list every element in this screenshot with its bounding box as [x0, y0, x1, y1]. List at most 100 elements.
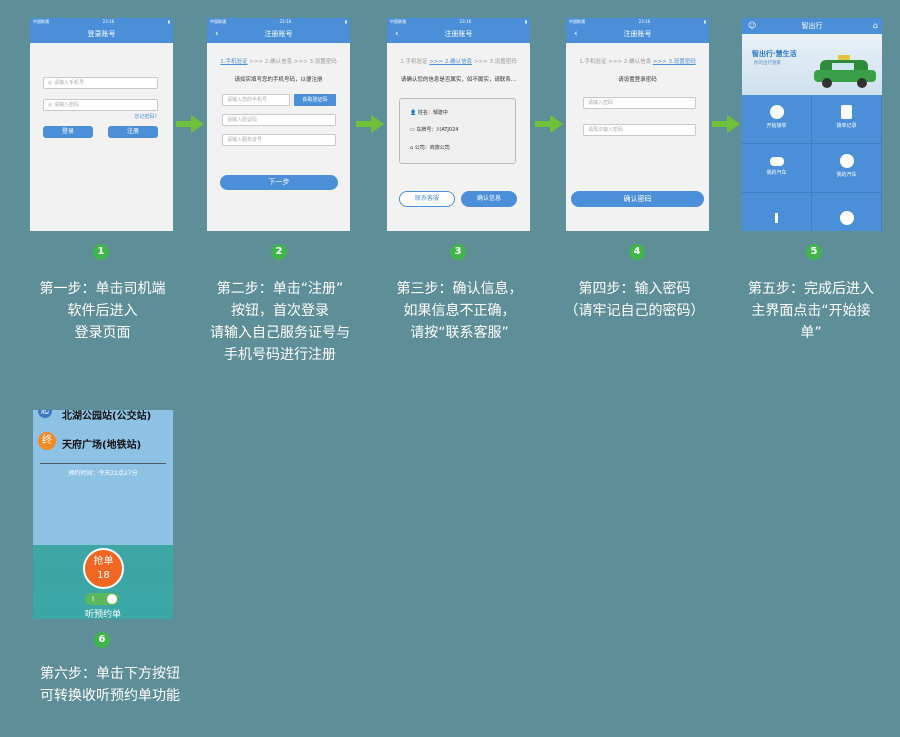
- step-3: >>> 3.设置密码: [293, 59, 337, 65]
- arrow-right-icon: [535, 115, 563, 133]
- step-3: >>> 3.设置密码: [473, 59, 517, 65]
- nav-bar: ☺ 智出行 ⌂: [742, 18, 882, 34]
- info-card: 👤 姓名：邹建中 ▭ 车牌号：川ATJ024 ⌂ 公司：商旅公司: [399, 98, 516, 164]
- status-bar: 中国联通 23:16 ▮: [30, 18, 173, 26]
- phone-input[interactable]: 请输入您的手机号: [222, 94, 290, 106]
- step-indicator: 1.手机验证 >>> 2.确认信息 >>> 3.设置密码: [207, 57, 350, 65]
- step-1: 1.手机验证: [579, 59, 607, 65]
- end-tag-icon: 终: [38, 432, 56, 450]
- grab-order-button[interactable]: 抢单 18: [83, 548, 124, 589]
- person-icon: 👤: [410, 110, 418, 116]
- taxi-image: [814, 55, 876, 88]
- start-tag-icon: 起: [38, 410, 52, 418]
- cert-input[interactable]: 请输入服务证号: [222, 134, 336, 146]
- grid-order-record[interactable]: 接单记录: [812, 95, 882, 144]
- car-icon: [769, 157, 784, 166]
- profile-icon[interactable]: ☺: [748, 18, 756, 34]
- grid-my-car-2[interactable]: 我的汽车: [812, 144, 882, 193]
- time-text: 23:16: [459, 19, 472, 24]
- step-1: 1.手机验证: [220, 59, 248, 65]
- time-text: 23:16: [279, 19, 292, 24]
- company-name: ⌂ 公司：商旅公司: [410, 144, 450, 151]
- contact-service-button[interactable]: 联系客服: [399, 191, 455, 207]
- step-caption-2: 第二步：单击“注册” 按钮，首次登录 请输入自己服务证号与 手机号码进行注册: [210, 281, 350, 363]
- menu-icon: [839, 211, 854, 225]
- aperture-icon: [839, 154, 854, 168]
- confirm-hint: 请确认您的信息是否属实，如不属实，请联系...: [400, 77, 517, 83]
- forgot-password-link[interactable]: 忘记密码?: [134, 113, 157, 120]
- start-station: 北湖公园站(公交站): [62, 411, 152, 422]
- password-input[interactable]: 请输入密码: [583, 97, 696, 109]
- arrow-right-icon: [712, 115, 740, 133]
- step-badge-2: 2: [271, 244, 287, 260]
- grid-my-car[interactable]: 我的汽车: [742, 144, 812, 193]
- status-bar: 中国联通 23:16 ▮: [566, 18, 709, 26]
- location-pin-icon: [769, 105, 784, 119]
- reservation-toggle[interactable]: I: [85, 593, 119, 605]
- time-text: 23:16: [638, 19, 651, 24]
- back-icon[interactable]: ‹: [574, 26, 578, 43]
- password-input[interactable]: ◎ 请输入密码: [43, 99, 158, 111]
- register-button[interactable]: 注册: [108, 126, 158, 138]
- end-station: 天府广场(地铁站): [62, 440, 142, 451]
- carrier-text: 中国联通: [390, 19, 406, 24]
- bar-chart-icon: [775, 213, 778, 223]
- login-button[interactable]: 登录: [43, 126, 93, 138]
- step-indicator: 1.手机验证 >>> 2.确认信息 >>> 3.设置密码: [566, 57, 709, 65]
- battery-icon: ▮: [524, 19, 527, 24]
- password-confirm-input[interactable]: 请再次输入密码: [583, 124, 696, 136]
- step-caption-6: 第六步：单击下方按钮 可转换收听预约单功能: [40, 666, 180, 704]
- step-badge-3: 3: [450, 244, 466, 260]
- battery-icon: ▮: [344, 19, 347, 24]
- time-text: 23:16: [102, 19, 115, 24]
- order-card: 起 北湖公园站(公交站) 终 天府广场(地铁站) 预约时间：今天22点27分: [33, 410, 173, 545]
- nav-bar: ‹ 注册账号: [566, 26, 709, 43]
- plate-number: ▭ 车牌号：川ATJ024: [410, 126, 458, 133]
- password-placeholder: 请输入密码: [53, 102, 79, 108]
- carrier-text: 中国联通: [210, 19, 226, 24]
- step-2: >>> 2.确认信息: [608, 59, 652, 65]
- page-title: 登录账号: [87, 30, 116, 38]
- step-2: >>> 2.确认信息: [429, 59, 473, 65]
- grid-label: 接单记录: [836, 123, 857, 129]
- clipboard-icon: [841, 105, 852, 119]
- divider: [40, 463, 166, 464]
- step-2: >>> 2.确认信息: [249, 59, 293, 65]
- page-title: 注册账号: [264, 30, 293, 38]
- grab-label: 抢单: [93, 556, 114, 567]
- back-icon[interactable]: ‹: [395, 26, 399, 43]
- page-title: 注册账号: [444, 30, 473, 38]
- grid-more[interactable]: [812, 193, 882, 231]
- step-1: 1.手机验证: [400, 59, 428, 65]
- next-button[interactable]: 下一步: [220, 175, 338, 190]
- screen-login: 中国联通 23:16 ▮ 登录账号 ◎ 请输入手机号 ◎ 请输入密码 忘记密码? 登…: [30, 18, 173, 231]
- code-input[interactable]: 请输入验证码: [222, 114, 336, 126]
- grid-label: 我的汽车: [766, 170, 787, 176]
- reservation-time: 预约时间：今天22点27分: [68, 470, 138, 477]
- screen-set-password: 中国联通 23:16 ▮ ‹ 注册账号 1.手机验证 >>> 2.确认信息 >>> 3…: [566, 18, 709, 231]
- register-hint: 请如实填写您的手机号码，以便注册: [234, 77, 323, 83]
- banner-subtitle: 你的出行管家: [754, 61, 781, 66]
- page-title: 智出行: [801, 22, 823, 30]
- grid-stats[interactable]: [742, 193, 812, 231]
- step-indicator: 1.手机验证 >>> 2.确认信息 >>> 3.设置密码: [387, 57, 530, 65]
- step-caption-1: 第一步：单击司机端 软件后进入 登录页面: [39, 281, 166, 341]
- back-icon[interactable]: ‹: [215, 26, 219, 43]
- screen-register: 中国联通 23:16 ▮ ‹ 注册账号 1.手机验证 >>> 2.确认信息 >>> 3…: [207, 18, 350, 231]
- grid-start-order[interactable]: 开始接单: [742, 95, 812, 144]
- get-code-button[interactable]: 获取验证码: [294, 94, 336, 106]
- phone-input[interactable]: ◎ 请输入手机号: [43, 77, 158, 89]
- carrier-text: 中国联通: [569, 19, 585, 24]
- home-icon[interactable]: ⌂: [873, 18, 878, 34]
- plate-text: 车牌号：川ATJ024: [416, 127, 459, 133]
- step-caption-3: 第三步：确认信息， 如果信息不正确， 请按“联系客服”: [396, 281, 523, 341]
- arrow-right-icon: [356, 115, 384, 133]
- battery-icon: ▮: [167, 19, 170, 24]
- confirm-info-button[interactable]: 确认信息: [461, 191, 517, 207]
- step-badge-5: 5: [806, 244, 822, 260]
- confirm-password-button[interactable]: 确认密码: [571, 191, 704, 207]
- battery-icon: ▮: [703, 19, 706, 24]
- nav-bar: ‹ 注册账号: [387, 26, 530, 43]
- step-caption-4: 第四步：输入密码 （请牢记自己的密码）: [564, 281, 705, 319]
- grab-count: 18: [97, 570, 110, 581]
